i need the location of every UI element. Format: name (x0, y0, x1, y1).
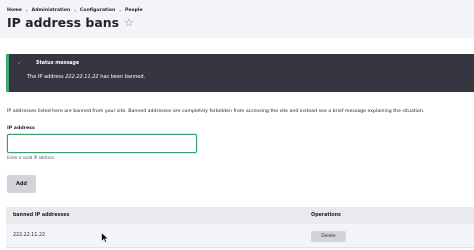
page-title: IP address bans (7, 15, 120, 30)
breadcrumb: Home › Administration › Configuration › … (7, 6, 143, 14)
ip-address-input[interactable] (7, 134, 197, 153)
check-icon: ✓ (17, 60, 23, 67)
ip-address-label: IP address (7, 126, 35, 131)
breadcrumb-configuration[interactable]: Configuration (80, 8, 115, 13)
add-button[interactable]: Add (7, 175, 36, 193)
breadcrumb-home[interactable]: Home (7, 8, 22, 13)
status-text-prefix: The IP address (27, 74, 66, 80)
column-header-operations: Operations (311, 213, 341, 218)
column-header-banned-ip: banned IP addresses (13, 213, 70, 218)
status-ip: 222.22.11.22 (65, 74, 99, 80)
status-text: The IP address 222.22.11.22 has been ban… (27, 73, 145, 81)
banned-ip-cell: 222.22.11.22 (13, 233, 46, 238)
title-row: IP address bans ☆ (7, 14, 134, 32)
star-outline-icon[interactable]: ☆ (124, 14, 134, 32)
status-text-suffix: has been banned. (98, 74, 146, 80)
breadcrumb-separator: › (74, 7, 76, 13)
mouse-pointer-icon (101, 232, 109, 243)
breadcrumb-administration[interactable]: Administration (32, 8, 71, 13)
breadcrumb-separator: › (119, 7, 121, 13)
page-header: Home › Administration › Configuration › … (0, 0, 474, 38)
breadcrumb-people[interactable]: People (125, 8, 143, 13)
intro-text: IP addresses listed here are banned from… (7, 109, 425, 114)
breadcrumb-separator: › (25, 7, 28, 13)
ip-address-description: Enter a valid IP address. (7, 155, 56, 160)
status-heading: Status message (36, 61, 80, 66)
table-header: banned IP addresses Operations (6, 207, 474, 224)
table-row: 222.22.11.22 Delete (6, 224, 474, 248)
delete-button[interactable]: Delete (311, 231, 346, 242)
